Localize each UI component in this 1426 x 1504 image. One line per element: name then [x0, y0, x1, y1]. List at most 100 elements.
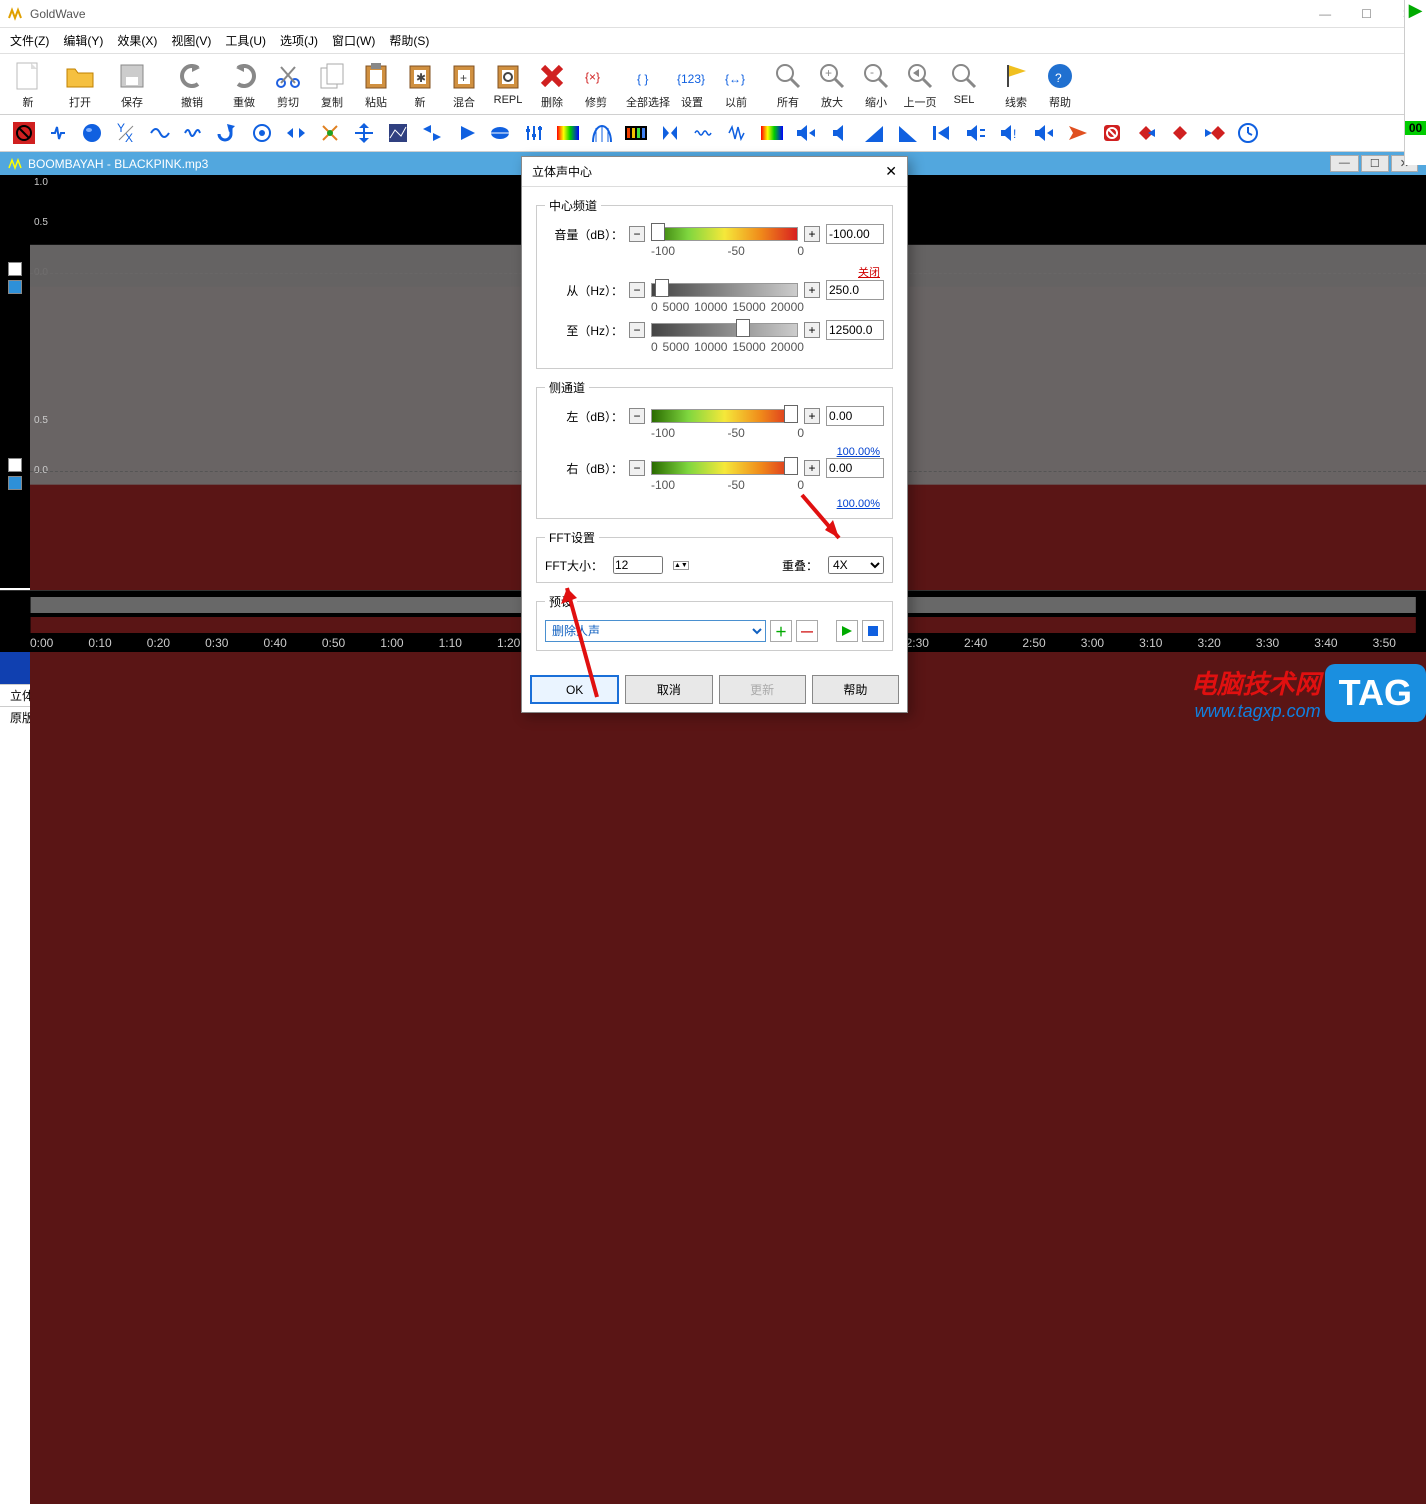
left-db-increase-button[interactable]: +: [804, 408, 820, 424]
volume-increase-button[interactable]: +: [804, 226, 820, 242]
fx-arrows-cross-icon[interactable]: [350, 119, 378, 147]
preset-stop-button[interactable]: [862, 620, 884, 642]
help-button[interactable]: 帮助: [812, 675, 899, 704]
fx-skip-start-icon[interactable]: [928, 119, 956, 147]
tb-new[interactable]: 新: [6, 58, 50, 112]
fx-xy-icon[interactable]: YX: [112, 119, 140, 147]
volume-slider[interactable]: [651, 225, 798, 243]
preset-select[interactable]: 删除人声: [545, 620, 766, 642]
tb-zoomout[interactable]: -缩小: [854, 58, 898, 112]
ok-button[interactable]: OK: [530, 675, 619, 704]
to-hz-input[interactable]: [826, 320, 884, 340]
fx-noblock-icon[interactable]: [10, 119, 38, 147]
tb-delete[interactable]: 删除: [530, 58, 574, 112]
left-pct-link[interactable]: 100.00%: [545, 446, 884, 458]
menu-effect[interactable]: 效果(X): [117, 32, 157, 49]
preset-play-button[interactable]: [836, 620, 858, 642]
right-db-increase-button[interactable]: +: [804, 460, 820, 476]
tb-set[interactable]: {123}设置: [670, 58, 714, 112]
tb-copy[interactable]: 复制: [310, 58, 354, 112]
fx-vol-up-icon[interactable]: [894, 119, 922, 147]
volume-input[interactable]: [826, 224, 884, 244]
tb-all[interactable]: 所有: [766, 58, 810, 112]
tb-mix[interactable]: +混合: [442, 58, 486, 112]
fx-diamond-left-icon[interactable]: [1200, 119, 1228, 147]
tb-open[interactable]: 打开: [58, 58, 102, 112]
tb-trim[interactable]: {×}修剪: [574, 58, 618, 112]
preset-add-button[interactable]: ＋: [770, 620, 792, 642]
tb-redo[interactable]: 重做: [222, 58, 266, 112]
menu-window[interactable]: 窗口(W): [332, 32, 375, 49]
fx-swap-icon[interactable]: [418, 119, 446, 147]
right-db-input[interactable]: [826, 458, 884, 478]
fx-cycle-icon[interactable]: [316, 119, 344, 147]
tb-undo[interactable]: 撤销: [170, 58, 214, 112]
fx-clock-icon[interactable]: [1234, 119, 1262, 147]
fx-graph-icon[interactable]: [384, 119, 412, 147]
fx-send-icon[interactable]: [1064, 119, 1092, 147]
window-minimize-icon[interactable]: —: [1313, 5, 1337, 23]
fx-target-icon[interactable]: [248, 119, 276, 147]
fx-left-icon[interactable]: [452, 119, 480, 147]
ch2-enable-checkbox[interactable]: [8, 476, 22, 490]
menu-file[interactable]: 文件(Z): [10, 32, 49, 49]
fx-rainbow-icon[interactable]: [554, 119, 582, 147]
fx-uturn-icon[interactable]: [214, 119, 242, 147]
window-maximize-icon[interactable]: ☐: [1355, 5, 1378, 23]
fx-speaker-icon[interactable]: [826, 119, 854, 147]
ch1-enable-checkbox[interactable]: [8, 280, 22, 294]
cancel-button[interactable]: 取消: [625, 675, 712, 704]
left-db-decrease-button[interactable]: −: [629, 408, 645, 424]
fx-compress-icon[interactable]: [656, 119, 684, 147]
fx-wave-big-icon[interactable]: [724, 119, 752, 147]
fft-size-input[interactable]: [613, 556, 663, 574]
fx-wave2-icon[interactable]: [180, 119, 208, 147]
overlap-select[interactable]: 4X: [828, 556, 884, 574]
fx-speaker-excl-icon[interactable]: !: [996, 119, 1024, 147]
fx-autotrim-icon[interactable]: [44, 119, 72, 147]
tb-paste-new[interactable]: ✱新: [398, 58, 442, 112]
tb-repl[interactable]: REPL: [486, 58, 530, 112]
from-hz-input[interactable]: [826, 280, 884, 300]
fx-arch-icon[interactable]: [588, 119, 616, 147]
ch1-mute-checkbox[interactable]: [8, 262, 22, 276]
tb-cue[interactable]: 线索: [994, 58, 1038, 112]
right-db-decrease-button[interactable]: −: [629, 460, 645, 476]
tb-help[interactable]: ?帮助: [1038, 58, 1082, 112]
fft-size-spinner-icon[interactable]: ▲▼: [673, 561, 689, 570]
fx-diamond-icon[interactable]: [1166, 119, 1194, 147]
left-db-slider[interactable]: [651, 407, 798, 425]
close-link[interactable]: 关闭: [545, 264, 884, 280]
right-db-slider[interactable]: [651, 459, 798, 477]
from-hz-increase-button[interactable]: +: [804, 282, 820, 298]
fx-wave1-icon[interactable]: [146, 119, 174, 147]
fx-rainbow2-icon[interactable]: [758, 119, 786, 147]
menu-tools[interactable]: 工具(U): [225, 32, 266, 49]
doc-minimize-icon[interactable]: —: [1330, 155, 1359, 172]
fx-noblock2-icon[interactable]: [1098, 119, 1126, 147]
play-indicator-icon[interactable]: ▶: [1405, 0, 1426, 21]
fx-diamond-right-icon[interactable]: [1132, 119, 1160, 147]
from-hz-slider[interactable]: [651, 281, 798, 299]
to-hz-slider[interactable]: [651, 321, 798, 339]
doc-maximize-icon[interactable]: ☐: [1361, 155, 1389, 172]
menu-options[interactable]: 选项(J): [280, 32, 318, 49]
tb-pgup[interactable]: 上一页: [898, 58, 942, 112]
tb-cut[interactable]: 剪切: [266, 58, 310, 112]
tb-prev[interactable]: {↔}以前: [714, 58, 758, 112]
right-pct-link[interactable]: 100.00%: [545, 498, 884, 510]
fx-sliders-icon[interactable]: [520, 119, 548, 147]
tb-save[interactable]: 保存: [110, 58, 154, 112]
fx-spectrum-icon[interactable]: [622, 119, 650, 147]
tb-paste[interactable]: 粘贴: [354, 58, 398, 112]
menu-edit[interactable]: 编辑(Y): [63, 32, 103, 49]
preset-remove-button[interactable]: —: [796, 620, 818, 642]
fx-speaker-arrow-icon[interactable]: [1030, 119, 1058, 147]
dialog-close-icon[interactable]: ✕: [885, 163, 897, 180]
menu-view[interactable]: 视图(V): [171, 32, 211, 49]
fx-sphere-icon[interactable]: [78, 119, 106, 147]
fx-vol-down-icon[interactable]: [860, 119, 888, 147]
fx-speaker-left-icon[interactable]: [792, 119, 820, 147]
from-hz-decrease-button[interactable]: −: [629, 282, 645, 298]
fx-speaker-eq-icon[interactable]: [962, 119, 990, 147]
